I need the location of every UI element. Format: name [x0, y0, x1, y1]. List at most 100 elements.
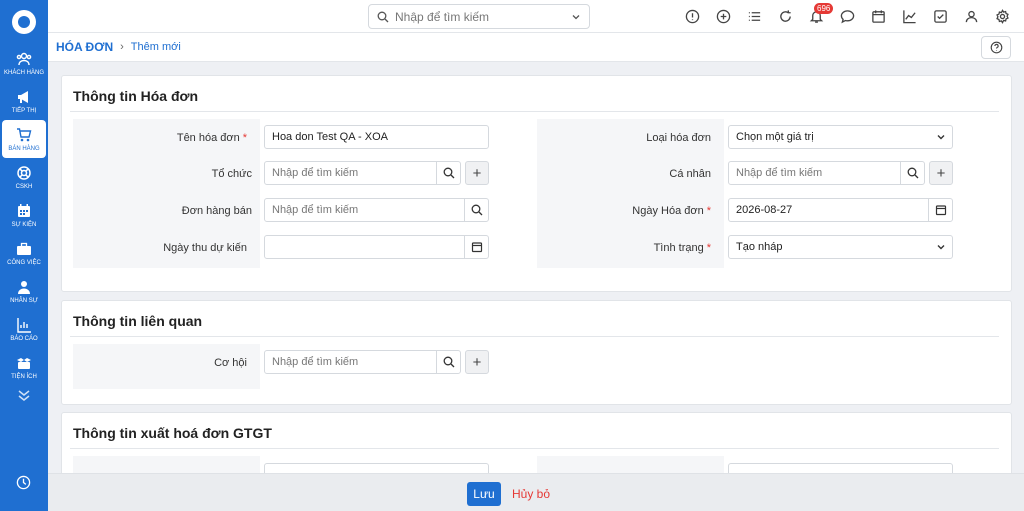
list-icon	[748, 12, 761, 21]
sidebar-item-label: BÁO CÁO	[10, 335, 38, 342]
calendar-icon[interactable]	[928, 199, 952, 221]
settings-button[interactable]	[987, 0, 1018, 33]
section-title: Thông tin xuất hoá đơn GTGT	[73, 425, 272, 441]
sidebar-item-label: TIỆN ÍCH	[11, 373, 37, 380]
divider	[70, 448, 999, 449]
section-title: Thông tin liên quan	[73, 313, 203, 329]
tinh-trang-select[interactable]: Tạo nháp	[728, 235, 953, 259]
app-logo[interactable]	[0, 0, 48, 44]
section-invoice-info: Thông tin Hóa đơn Tên hóa đơn * Hoa don T…	[61, 75, 1012, 292]
co-hoi-input[interactable]: Nhập để tìm kiếm	[264, 350, 461, 374]
label-loai-hoa-don: Loại hóa đơn	[646, 132, 711, 144]
breadcrumb-current: Thêm mới	[130, 41, 181, 53]
divider	[70, 111, 999, 112]
search-icon[interactable]	[436, 162, 460, 184]
topbar-actions: 696	[677, 0, 1018, 33]
sidebar-item-bao-cao[interactable]: BÁO CÁO	[2, 310, 46, 348]
loai-hoa-don-select[interactable]: Chọn một giá trị	[728, 125, 953, 149]
form-footer: Lưu Hủy bỏ	[48, 473, 1024, 511]
label-ngay-hoa-don: Ngày Hóa đơn *	[632, 205, 711, 217]
to-chuc-placeholder: Nhập để tìm kiếm	[272, 167, 359, 179]
label-ten-hoa-don: Tên hóa đơn *	[176, 132, 247, 144]
line-chart-icon	[903, 10, 916, 24]
ten-hoa-don-input[interactable]: Hoa don Test QA - XOA	[264, 125, 489, 149]
save-button[interactable]: Lưu	[467, 482, 501, 506]
don-hang-ban-input[interactable]: Nhập để tìm kiếm	[264, 198, 489, 222]
chevron-down-icon	[930, 242, 952, 252]
users-icon	[16, 52, 32, 65]
topbar: Nhập để tìm kiếm 696	[48, 0, 1024, 33]
search-icon[interactable]	[464, 199, 488, 221]
alert-icon	[685, 9, 700, 24]
sidebar-item-label: CSKH	[15, 183, 33, 190]
sidebar-item-label: KHÁCH HÀNG	[3, 69, 44, 76]
ca-nhan-input[interactable]: Nhập để tìm kiếm	[728, 161, 925, 185]
breadcrumb-root[interactable]: HÓA ĐƠN	[56, 40, 113, 54]
gear-icon	[996, 9, 1009, 24]
ngay-hoa-don-input[interactable]: 2026-08-27	[728, 198, 953, 222]
chevron-down-icon	[930, 132, 952, 142]
clock-icon[interactable]	[16, 475, 31, 493]
chart-button[interactable]	[894, 0, 925, 33]
utilities-icon	[17, 357, 31, 369]
sidebar-item-khach-hang[interactable]: KHÁCH HÀNG	[2, 44, 46, 82]
ngay-hoa-don-value: 2026-08-27	[736, 204, 793, 216]
expand-more-icon[interactable]	[17, 388, 31, 405]
cart-icon	[17, 127, 32, 141]
sidebar-item-label: SỰ KIỆN	[11, 221, 37, 228]
sidebar-item-cskh[interactable]: CSKH	[2, 158, 46, 196]
add-ca-nhan-button[interactable]: +	[929, 161, 953, 185]
checkbox-icon	[934, 10, 947, 23]
calendar-button[interactable]	[863, 0, 894, 33]
megaphone-icon	[18, 90, 28, 103]
notification-badge: 696	[814, 3, 834, 14]
add-co-hoi-button[interactable]: +	[465, 350, 489, 374]
label-tinh-trang: Tình trạng *	[653, 242, 711, 254]
help-button[interactable]	[981, 36, 1011, 59]
breadcrumb: HÓA ĐƠN › Thêm mới	[48, 33, 1024, 62]
co-hoi-placeholder: Nhập để tìm kiếm	[272, 356, 359, 368]
search-icon[interactable]	[436, 351, 460, 373]
label-ca-nhan: Cá nhân	[669, 168, 711, 180]
profile-button[interactable]	[956, 0, 987, 33]
calendar-icon	[872, 10, 885, 23]
chat-button[interactable]	[832, 0, 863, 33]
sidebar-item-ban-hang[interactable]: BÁN HÀNG	[2, 120, 46, 158]
search-icon[interactable]	[900, 162, 924, 184]
notifications-button[interactable]: 696	[801, 0, 834, 33]
search-placeholder: Nhập để tìm kiếm	[395, 9, 490, 24]
section-related-info: Thông tin liên quan Cơ hội Nhập để tìm k…	[61, 300, 1012, 405]
search-icon	[377, 11, 389, 22]
sidebar-item-cong-viec[interactable]: CÔNG VIỆC	[2, 234, 46, 272]
to-chuc-input[interactable]: Nhập để tìm kiếm	[264, 161, 461, 185]
add-to-chuc-button[interactable]: +	[465, 161, 489, 185]
tasks-button[interactable]	[925, 0, 956, 33]
report-icon	[17, 317, 31, 333]
label-co-hoi: Cơ hội	[214, 357, 247, 369]
plus-circle-icon	[716, 9, 731, 24]
ca-nhan-placeholder: Nhập để tìm kiếm	[736, 167, 823, 179]
ngay-thu-du-kien-input[interactable]	[264, 235, 489, 259]
label-ngay-thu-du-kien: Ngày thu dự kiến	[163, 242, 247, 254]
tinh-trang-value: Tạo nháp	[736, 241, 783, 253]
refresh-icon	[780, 10, 791, 22]
refresh-button[interactable]	[770, 0, 801, 33]
calendar-icon[interactable]	[464, 236, 488, 258]
sidebar-item-tiep-thi[interactable]: TIẾP THỊ	[2, 82, 46, 120]
sidebar-item-tien-ich[interactable]: TIỆN ÍCH	[2, 348, 46, 386]
alert-button[interactable]	[677, 0, 708, 33]
ten-hoa-don-value: Hoa don Test QA - XOA	[272, 131, 388, 143]
chevron-down-icon[interactable]	[571, 12, 581, 22]
add-button[interactable]	[708, 0, 739, 33]
cancel-button[interactable]: Hủy bỏ	[512, 482, 550, 506]
don-hang-ban-placeholder: Nhập để tìm kiếm	[272, 204, 359, 216]
sidebar-item-nhan-su[interactable]: NHÂN SỰ	[2, 272, 46, 310]
lifebuoy-icon	[17, 165, 31, 180]
help-icon	[990, 41, 1002, 54]
logo-icon	[12, 10, 36, 34]
list-button[interactable]	[739, 0, 770, 33]
global-search-input[interactable]: Nhập để tìm kiếm	[368, 4, 590, 29]
user-icon	[965, 10, 978, 23]
briefcase-icon	[17, 242, 31, 255]
sidebar-item-su-kien[interactable]: SỰ KIỆN	[2, 196, 46, 234]
